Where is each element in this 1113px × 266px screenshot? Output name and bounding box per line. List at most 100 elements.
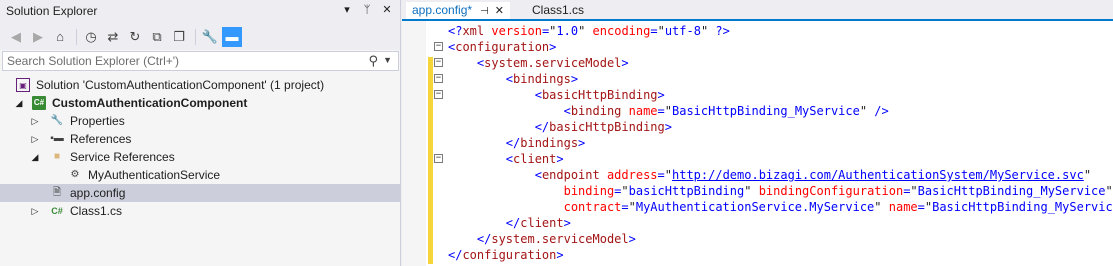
code-token: < xyxy=(534,88,542,102)
code-token: " xyxy=(874,200,882,214)
code-token: " xyxy=(657,24,665,38)
code-token: MyAuthenticationService.MyService xyxy=(635,200,875,214)
code-token: version xyxy=(484,24,542,38)
solution-explorer-toolbar: ◀ ▶ ⌂ ◷ ⇄ ↻ ⧉ ❐ 🔧 ▬ xyxy=(0,23,400,50)
search-box[interactable]: Search Solution Explorer (Ctrl+') ⚲ ▼ xyxy=(2,51,399,71)
code-token: > xyxy=(664,120,672,134)
code-line[interactable]: </system.serviceModel> xyxy=(402,231,1113,247)
collapse-all-icon[interactable]: ⧉ xyxy=(147,27,167,47)
code-line[interactable]: − <configuration> xyxy=(402,39,1113,55)
search-icon[interactable]: ⚲ xyxy=(368,53,378,69)
collapse-outline-icon[interactable]: − xyxy=(434,154,443,163)
code-token: address xyxy=(599,168,658,182)
code-token: </ xyxy=(534,120,550,134)
history-icon[interactable]: ◷ xyxy=(81,27,101,47)
tree-node-service-references[interactable]: ◢ ■ Service References xyxy=(0,148,400,166)
code-token: basicHttpBinding xyxy=(549,120,665,134)
show-all-files-icon[interactable]: ❐ xyxy=(169,27,189,47)
chevron-down-icon[interactable]: ▼ xyxy=(383,55,392,65)
close-icon[interactable]: ✕ xyxy=(380,3,394,18)
solution-icon: ▣ xyxy=(16,78,30,92)
refresh-icon[interactable]: ↻ xyxy=(125,27,145,47)
code-line[interactable]: <endpoint address="http://demo.bizagi.co… xyxy=(402,167,1113,183)
back-icon[interactable]: ◀ xyxy=(6,27,26,47)
code-line[interactable]: − <bindings> xyxy=(402,71,1113,87)
code-token: 1.0 xyxy=(556,24,579,38)
code-line[interactable]: contract="MyAuthenticationService.MyServ… xyxy=(402,199,1113,215)
code-token: </ xyxy=(476,232,492,246)
code-token: </ xyxy=(505,216,521,230)
expand-arrow-icon[interactable]: ▷ xyxy=(30,112,40,130)
collapse-outline-icon[interactable]: − xyxy=(434,74,443,83)
auto-hide-pin-icon[interactable]: ᛘ xyxy=(360,3,374,18)
tab-label: Class1.cs xyxy=(532,3,585,17)
expand-arrow-icon[interactable]: ▷ xyxy=(30,130,40,148)
code-token: " xyxy=(664,104,672,118)
code-line[interactable]: <binding name="BasicHttpBinding_MyServic… xyxy=(402,103,1113,119)
code-line[interactable]: </configuration> xyxy=(402,247,1113,263)
code-token: <? xyxy=(448,24,463,38)
code-text: <system.serviceModel> xyxy=(448,55,629,71)
tree-node-references[interactable]: ▷ ▪▬ References xyxy=(0,130,400,148)
code-text: </system.serviceModel> xyxy=(448,231,636,247)
code-token: </ xyxy=(505,136,521,150)
close-tab-icon[interactable]: ✕ xyxy=(495,5,504,17)
toolbar-separator xyxy=(195,28,196,45)
tree-node-solution[interactable]: ▣ Solution 'CustomAuthenticationComponen… xyxy=(0,76,400,94)
code-line[interactable]: binding="basicHttpBinding" bindingConfig… xyxy=(402,183,1113,199)
code-line[interactable]: − <basicHttpBinding> xyxy=(402,87,1113,103)
forward-icon[interactable]: ▶ xyxy=(28,27,48,47)
sync-icon[interactable]: ⇄ xyxy=(103,27,123,47)
code-token: > xyxy=(556,152,564,166)
code-token: " xyxy=(628,200,636,214)
code-token: = xyxy=(657,104,665,118)
solution-explorer-title: Solution Explorer xyxy=(6,4,98,18)
code-line[interactable]: − <client> xyxy=(402,151,1113,167)
preview-icon[interactable]: ▬ xyxy=(222,26,242,47)
window-position-dropdown-icon[interactable]: ▾ xyxy=(340,3,354,18)
code-token: system.serviceModel xyxy=(484,56,622,70)
expand-arrow-icon[interactable]: ▷ xyxy=(30,202,40,220)
code-token: client xyxy=(520,216,564,230)
code-line[interactable]: </basicHttpBinding> xyxy=(402,119,1113,135)
tree-node-class1[interactable]: ▷ C# Class1.cs xyxy=(0,202,400,220)
code-token: > xyxy=(570,72,579,86)
collapse-outline-icon[interactable]: − xyxy=(434,90,443,99)
code-token: > xyxy=(657,88,665,102)
code-line[interactable]: <?xml version="1.0" encoding="utf-8" ?> xyxy=(402,23,1113,39)
code-line[interactable]: </client> xyxy=(402,215,1113,231)
code-editor[interactable]: <?xml version="1.0" encoding="utf-8" ?> −… xyxy=(402,21,1113,266)
wrench-icon: 🔧 xyxy=(50,115,64,126)
code-token: " xyxy=(859,104,868,118)
expand-arrow-icon[interactable]: ◢ xyxy=(14,94,24,112)
code-text: </bindings> xyxy=(448,135,585,151)
code-text: <binding name="BasicHttpBinding_MyServic… xyxy=(448,103,889,119)
solution-explorer-titlebar: Solution Explorer ▾ ᛘ ✕ xyxy=(0,0,400,23)
expand-arrow-icon[interactable]: ◢ xyxy=(30,148,40,166)
code-text: <endpoint address="http://demo.bizagi.co… xyxy=(448,167,1091,183)
tree-node-project[interactable]: ◢ C# CustomAuthenticationComponent xyxy=(0,94,400,112)
code-token: binding xyxy=(570,104,622,118)
code-token: bindingConfiguration xyxy=(751,184,904,198)
home-icon[interactable]: ⌂ xyxy=(50,27,70,47)
tree-node-label: CustomAuthenticationComponent xyxy=(52,96,248,110)
code-text: </client> xyxy=(448,215,571,231)
code-token: " xyxy=(1105,184,1113,198)
tree-node-app-config[interactable]: 🗎 app.config xyxy=(0,184,400,202)
pin-tab-icon[interactable]: ⊣ xyxy=(480,6,489,17)
properties-icon[interactable]: 🔧 xyxy=(200,27,220,47)
tree-node-my-authentication-service[interactable]: ⚙ MyAuthenticationService xyxy=(0,166,400,184)
collapse-outline-icon[interactable]: − xyxy=(434,58,443,67)
code-token: BasicHttpBinding_MyService xyxy=(672,104,860,118)
collapse-outline-icon[interactable]: − xyxy=(434,42,443,51)
code-line[interactable]: − <system.serviceModel> xyxy=(402,55,1113,71)
code-line[interactable]: </bindings> xyxy=(402,135,1113,151)
code-text: <bindings> xyxy=(448,71,578,87)
folder-icon: ■ xyxy=(53,151,61,162)
code-token: > xyxy=(556,248,564,262)
tree-node-properties[interactable]: ▷ 🔧 Properties xyxy=(0,112,400,130)
solution-explorer-panel: Solution Explorer ▾ ᛘ ✕ ◀ ▶ ⌂ ◷ ⇄ ↻ ⧉ ❐ … xyxy=(0,0,401,266)
code-text: <client> xyxy=(448,151,564,167)
code-token: encoding xyxy=(585,24,651,38)
tree-node-label: Service References xyxy=(70,150,175,164)
